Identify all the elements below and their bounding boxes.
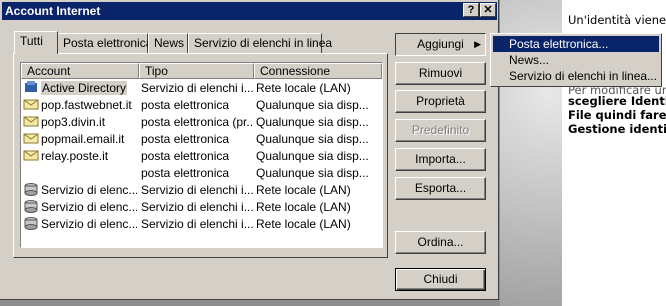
account-connection: Rete locale (LAN) — [256, 200, 351, 214]
account-name: Servizio di elenc... — [41, 183, 137, 197]
aggiungi-label: Aggiungi — [417, 37, 464, 51]
help-line-3: scegliere Identit — [568, 94, 666, 108]
account-type: posta elettronica — [141, 98, 230, 112]
table-row[interactable]: Servizio di elenc... Servizio di elenchi… — [21, 182, 382, 199]
importa-button[interactable]: Importa... — [395, 148, 486, 171]
menu-item-servizio-elenchi[interactable]: Servizio di elenchi in linea... — [493, 68, 659, 84]
predefinito-button[interactable]: Predefinito — [395, 119, 486, 142]
account-connection: Rete locale (LAN) — [256, 217, 351, 231]
account-connection: Qualunque sia disp... — [256, 166, 369, 180]
account-type: Servizio di elenchi i... — [141, 200, 253, 214]
account-type: Servizio di elenchi i... — [141, 81, 253, 95]
aggiungi-menu: Posta elettronica... News... Servizio di… — [490, 33, 662, 87]
help-button[interactable]: ? — [463, 3, 479, 17]
help-line-5: Gestione identi — [568, 122, 666, 136]
account-type: posta elettronica — [141, 149, 230, 163]
accounts-list[interactable]: Account Tipo Connessione Active Director… — [20, 62, 383, 248]
directory-service-icon — [23, 199, 39, 213]
title-bar[interactable]: Account Internet — [2, 2, 497, 20]
account-connection: Rete locale (LAN) — [256, 183, 351, 197]
account-type: posta elettronica — [141, 132, 230, 146]
proprieta-button[interactable]: Proprietà — [395, 90, 486, 113]
table-row[interactable]: relay.poste.it posta elettronica Qualunq… — [21, 148, 382, 165]
arrow-right-icon: ▶ — [474, 39, 481, 49]
column-tipo[interactable]: Tipo — [139, 63, 254, 79]
account-internet-dialog: Account Internet ? ✕ Tutti Posta elettro… — [0, 0, 499, 300]
ordina-button[interactable]: Ordina... — [395, 231, 486, 254]
chiudi-button[interactable]: Chiudi — [395, 268, 486, 291]
account-connection: Qualunque sia disp... — [256, 115, 369, 129]
tab-servizio-elenchi[interactable]: Servizio di elenchi in linea — [188, 33, 332, 53]
close-icon[interactable]: ✕ — [480, 3, 496, 17]
menu-item-posta-elettronica[interactable]: Posta elettronica... — [493, 36, 659, 52]
account-type: posta elettronica — [141, 166, 230, 180]
help-line-1: Un'identità viene — [568, 13, 666, 27]
rimuovi-button[interactable]: Rimuovi — [395, 62, 486, 85]
aggiungi-button[interactable]: Aggiungi ▶ — [395, 33, 486, 56]
account-name: relay.poste.it — [41, 149, 109, 163]
mail-account-icon — [23, 97, 39, 111]
account-connection: Rete locale (LAN) — [256, 81, 351, 95]
mail-account-icon — [23, 148, 39, 162]
tab-tutti[interactable]: Tutti — [14, 31, 58, 54]
tab-news[interactable]: News — [148, 33, 188, 53]
mail-account-icon — [23, 131, 39, 145]
column-filler — [382, 63, 383, 79]
directory-service-icon — [23, 182, 39, 196]
help-line-4: File quindi fare c — [568, 108, 666, 122]
directory-service-icon — [23, 216, 39, 230]
esporta-button[interactable]: Esporta... — [395, 177, 486, 200]
mail-account-icon — [23, 114, 39, 128]
account-connection: Qualunque sia disp... — [256, 149, 369, 163]
account-type: Servizio di elenchi i... — [141, 183, 253, 197]
account-name: Servizio di elenc... — [41, 200, 137, 214]
menu-item-news[interactable]: News... — [493, 52, 659, 68]
account-connection: Qualunque sia disp... — [256, 98, 369, 112]
account-connection: Qualunque sia disp... — [256, 132, 369, 146]
table-row[interactable]: pop3.divin.it posta elettronica (pr... Q… — [21, 114, 382, 131]
tab-posta-elettronica[interactable]: Posta elettronica — [57, 33, 152, 53]
table-row[interactable]: popmail.email.it posta elettronica Qualu… — [21, 131, 382, 148]
table-row[interactable]: Active Directory Servizio di elenchi i..… — [21, 80, 382, 97]
column-connessione[interactable]: Connessione — [254, 63, 382, 79]
table-row[interactable]: Servizio di elenc... Servizio di elenchi… — [21, 199, 382, 216]
account-name: popmail.email.it — [41, 132, 125, 146]
account-type: posta elettronica (pr... — [141, 115, 253, 129]
account-name: Servizio di elenc... — [41, 217, 137, 231]
account-name: pop3.divin.it — [41, 115, 106, 129]
table-row[interactable]: posta elettronica Qualunque sia disp... — [21, 165, 382, 182]
window-title: Account Internet — [5, 4, 101, 18]
directory-icon — [23, 80, 39, 94]
table-row[interactable]: Servizio di elenc... Servizio di elenchi… — [21, 216, 382, 233]
account-type: Servizio di elenchi i... — [141, 217, 253, 231]
account-name: Active Directory — [41, 81, 128, 95]
account-name: pop.fastwebnet.it — [41, 98, 132, 112]
column-account[interactable]: Account — [21, 63, 139, 79]
table-row[interactable]: pop.fastwebnet.it posta elettronica Qual… — [21, 97, 382, 114]
